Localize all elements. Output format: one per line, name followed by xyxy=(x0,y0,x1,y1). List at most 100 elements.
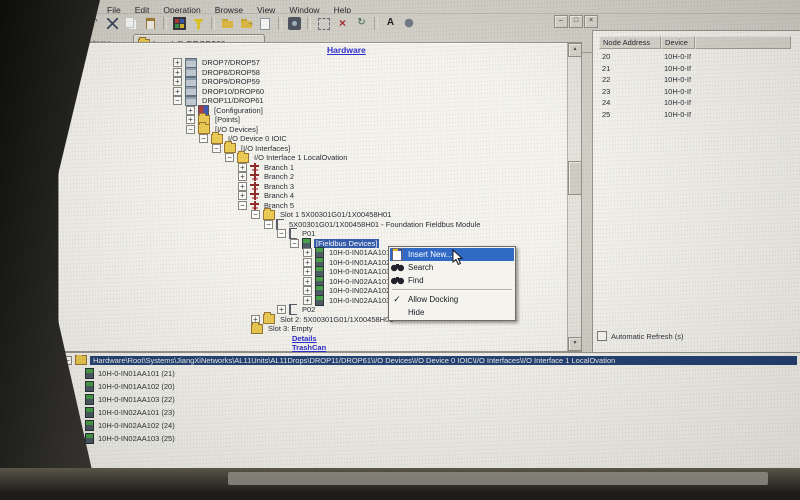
expander-icon[interactable]: + xyxy=(238,172,247,181)
toolbar-button-folder[interactable] xyxy=(219,15,236,32)
expander-icon[interactable]: − xyxy=(212,144,221,153)
table-row[interactable]: 2210H-0-IN01AA103 xyxy=(599,74,691,85)
column-header-device[interactable]: Device xyxy=(661,36,695,49)
expander-icon[interactable]: − xyxy=(264,220,273,229)
toolbar-button-delete[interactable] xyxy=(334,15,351,32)
table-row[interactable]: 2010H-0-IN01AA102 xyxy=(599,51,691,62)
table-row[interactable]: 2510H-0-IN02AA103 xyxy=(599,109,691,120)
expander-icon[interactable]: − xyxy=(173,96,182,105)
tree-item[interactable]: −Slot 1 5X00301G01/1X00458H01 xyxy=(251,210,393,219)
hardware-link[interactable]: Hardware xyxy=(327,45,366,55)
scrollbar[interactable]: ▲ ▼ xyxy=(567,43,581,351)
toolbar-button-filter[interactable] xyxy=(190,15,207,32)
tree-item[interactable]: +Branch 3 xyxy=(238,182,296,191)
tree-link-details[interactable]: Details xyxy=(290,334,319,343)
tree-item[interactable]: −I/O Interface 1 LocalOvation xyxy=(225,153,349,162)
table-row[interactable]: 2310H-0-IN02AA101 xyxy=(599,86,691,97)
expander-icon[interactable]: + xyxy=(173,77,182,86)
context-menu-item-hide[interactable]: Hide xyxy=(390,306,514,319)
tree-item[interactable]: −[Fieldbus Devices] xyxy=(290,239,379,248)
automatic-refresh[interactable]: Automatic Refresh (s) xyxy=(597,331,684,341)
tree-item[interactable]: +DROP10/DROP60 xyxy=(173,87,266,96)
close-button[interactable]: × xyxy=(584,15,598,28)
toolbar-button-export[interactable] xyxy=(238,15,255,32)
tree-item[interactable]: −[I/O Interfaces] xyxy=(212,144,292,153)
tree-item[interactable]: +Slot 2: 5X00301G01/1X00458H01 xyxy=(251,315,395,324)
toolbar-button-camera[interactable] xyxy=(286,15,303,32)
tree-item[interactable]: Slot 3: Empty xyxy=(251,324,315,333)
node-address-cell: 20 xyxy=(599,51,661,62)
expander-icon[interactable]: − xyxy=(186,125,195,134)
expander-icon[interactable]: + xyxy=(238,163,247,172)
context-menu-item-find[interactable]: Find xyxy=(390,274,514,287)
expander-icon[interactable]: + xyxy=(173,58,182,67)
expander-icon[interactable]: + xyxy=(186,115,195,124)
column-header-filler[interactable] xyxy=(695,36,791,49)
tree-item[interactable]: +10H-0-IN02AA103 xyxy=(303,296,392,305)
toolbar-button-tool[interactable] xyxy=(401,15,418,32)
expander-icon[interactable]: + xyxy=(186,106,195,115)
tree-item[interactable]: −I/O Device 0 IOIC xyxy=(199,134,289,143)
expander-icon[interactable]: + xyxy=(303,267,312,276)
device-list-item[interactable]: 10H-0-IN01AA101 (21) xyxy=(85,368,175,378)
toolbar-button-paste[interactable] xyxy=(142,15,159,32)
tree-item[interactable]: +Branch 2 xyxy=(238,172,296,181)
expander-icon[interactable]: + xyxy=(238,191,247,200)
folder-icon xyxy=(75,355,87,365)
expander-icon[interactable]: + xyxy=(238,182,247,191)
scrollbar-thumb[interactable] xyxy=(568,161,582,195)
tree-item[interactable]: +Branch 1 xyxy=(238,163,296,172)
expander-icon[interactable]: + xyxy=(303,277,312,286)
tree-item[interactable]: −P01 xyxy=(277,229,317,238)
toolbar-button-select[interactable] xyxy=(315,15,332,32)
scroll-down-icon[interactable]: ▼ xyxy=(568,337,582,351)
toolbar-button-copypage[interactable] xyxy=(257,15,274,32)
expander-icon[interactable]: + xyxy=(277,305,286,314)
minimize-button[interactable]: – xyxy=(554,15,568,28)
toolbar-button-cut[interactable] xyxy=(104,15,121,32)
menu-bar: FileEditOperationBrowseViewWindowHelp xyxy=(55,0,800,14)
expander-icon[interactable]: + xyxy=(173,87,182,96)
toolbar-button-font[interactable] xyxy=(382,15,399,32)
folder-icon xyxy=(263,314,275,324)
tree-item[interactable]: +DROP9/DROP59 xyxy=(173,77,262,86)
toolbar-button-copy[interactable] xyxy=(123,15,140,32)
device-list-item[interactable]: 10H-0-IN01AA103 (22) xyxy=(85,394,175,404)
device-list-item[interactable]: 10H-0-IN02AA101 (23) xyxy=(85,407,175,417)
table-row[interactable]: 2110H-0-IN01AA101 xyxy=(599,63,691,74)
tree-item[interactable]: +[Configuration] xyxy=(186,106,265,115)
tree-item[interactable]: +[Points] xyxy=(186,115,242,124)
tree-item[interactable]: +DROP8/DROP58 xyxy=(173,68,262,77)
tree-item[interactable]: −DROP11/DROP61 xyxy=(173,96,266,105)
expander-icon[interactable]: + xyxy=(303,248,312,257)
expander-icon[interactable]: − xyxy=(199,134,208,143)
tree-item-label: P02 xyxy=(300,305,317,314)
expander-icon[interactable]: − xyxy=(290,239,299,248)
context-menu-item-allow-docking[interactable]: ✓Allow Docking xyxy=(390,293,514,306)
table-row[interactable]: 2410H-0-IN02AA102 xyxy=(599,97,691,108)
expander-icon[interactable]: + xyxy=(303,286,312,295)
expander-icon[interactable]: + xyxy=(173,68,182,77)
device-list-item[interactable]: 10H-0-IN02AA102 (24) xyxy=(85,420,175,430)
device-list-item[interactable]: 10H-0-IN01AA102 (20) xyxy=(85,381,175,391)
device-icon xyxy=(85,420,94,431)
expander-icon[interactable]: − xyxy=(225,153,234,162)
checkbox-icon[interactable] xyxy=(597,331,607,341)
toolbar-button-refresh[interactable] xyxy=(353,15,370,32)
column-header-node-address[interactable]: Node Address xyxy=(599,36,661,49)
toolbar-button-image[interactable] xyxy=(171,15,188,32)
expander-icon[interactable]: + xyxy=(303,258,312,267)
tree-link-trashcan[interactable]: TrashCan xyxy=(290,343,328,352)
tree-item[interactable]: −[I/O Devices] xyxy=(186,125,260,134)
tree-item[interactable]: +DROP7/DROP57 xyxy=(173,58,262,67)
tree-item[interactable]: +Branch 4 xyxy=(238,191,296,200)
expander-icon[interactable]: − xyxy=(251,210,260,219)
expander-icon[interactable]: − xyxy=(277,229,286,238)
hardware-path-root[interactable]: − Hardware\Root\Systems\JiangXiNetworks\… xyxy=(63,355,797,365)
restore-button[interactable]: □ xyxy=(569,15,583,28)
device-list-item[interactable]: 10H-0-IN02AA103 (25) xyxy=(85,433,175,443)
tree-item[interactable]: + P02 xyxy=(277,305,317,314)
expander-icon[interactable]: − xyxy=(238,201,247,210)
expander-icon[interactable]: + xyxy=(303,296,312,305)
scroll-up-icon[interactable]: ▲ xyxy=(568,43,582,57)
